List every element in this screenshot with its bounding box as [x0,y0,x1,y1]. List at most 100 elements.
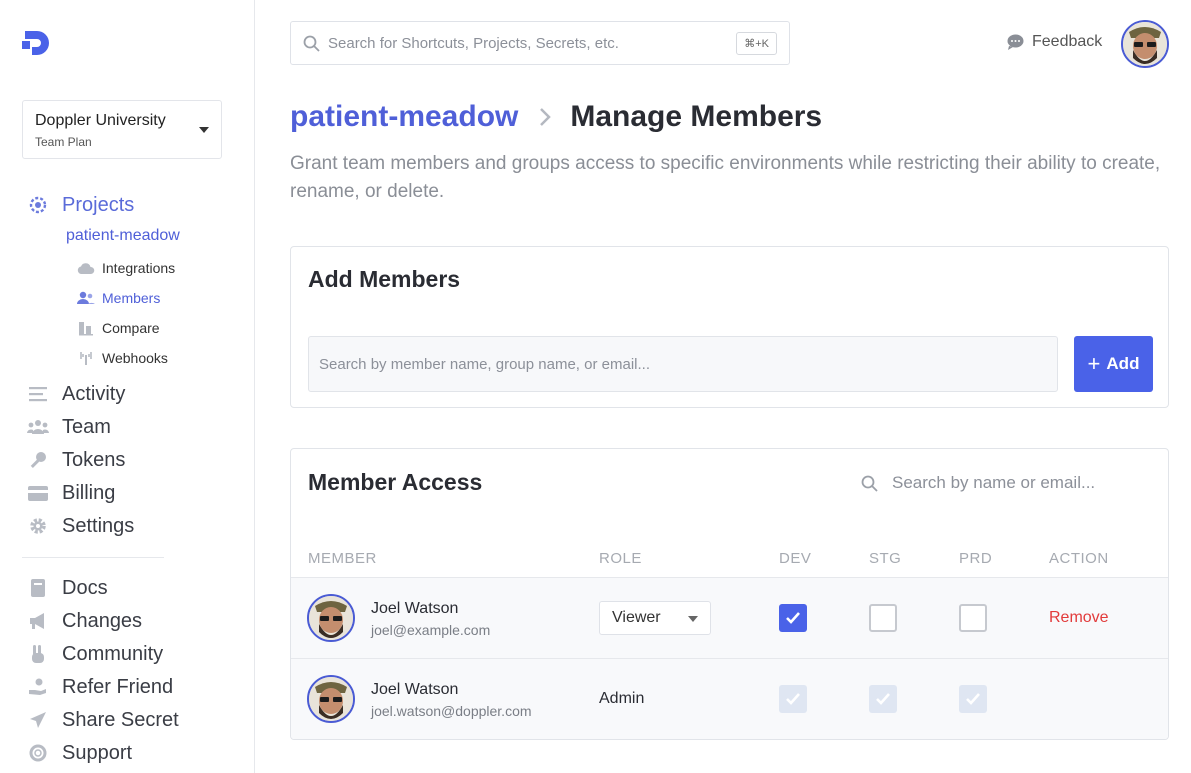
check-icon [876,693,890,705]
check-icon [786,693,800,705]
column-header-dev: DEV [779,550,812,567]
column-header-action: ACTION [1049,550,1109,567]
avatar-photo-icon [309,596,353,640]
sidebar-item-label: Team [62,415,111,438]
doppler-logo-icon[interactable] [22,28,52,58]
sidebar-subitem-compare[interactable]: Compare [77,318,160,338]
member-role: Admin [599,690,645,707]
search-icon [303,35,320,52]
add-members-title: Add Members [308,266,461,292]
sidebar-item-projects[interactable]: Projects [26,191,134,219]
add-button-label: Add [1106,354,1140,373]
sidebar-subitem-integrations[interactable]: Integrations [77,258,175,278]
sidebar-item-changes[interactable]: Changes [26,607,142,635]
sidebar-subitem-label: Integrations [102,260,176,276]
sidebar-item-label: Support [62,741,133,764]
sidebar-subitem-label: Compare [102,320,160,336]
cloud-icon [77,259,95,277]
member-access-card: Member Access MEMBER ROLE DEV STG PRD AC… [290,448,1169,740]
sidebar-item-team[interactable]: Team [26,413,111,441]
avatar-photo-icon [1123,22,1167,66]
avatar-photo-icon [309,677,353,721]
sidebar-subitem-members[interactable]: Members [77,288,160,308]
role-select[interactable]: Viewer [599,601,711,635]
user-avatar[interactable] [1121,20,1169,68]
global-search[interactable]: ⌘+K [290,21,790,65]
member-access-search-input[interactable] [892,473,1142,493]
sidebar-item-settings[interactable]: Settings [26,512,134,540]
column-header-member: MEMBER [308,550,377,567]
member-name: Joel Watson [371,600,459,617]
table-row: Joel Watson joel.watson@doppler.com Admi… [291,658,1168,739]
compare-icon [77,319,95,337]
sidebar-subitem-label: Members [102,290,161,306]
sidebar-item-docs[interactable]: Docs [26,574,108,602]
sidebar-item-label: Projects [62,193,135,216]
column-header-prd: PRD [959,550,993,567]
webhook-icon [77,349,95,367]
page-title: Manage Members [570,100,823,133]
chat-bubble-icon [1007,34,1024,50]
sidebar-item-community[interactable]: Community [26,640,163,668]
member-name: Joel Watson [371,681,459,698]
breadcrumb-project-link[interactable]: patient-meadow [290,100,518,134]
sidebar-item-label: Tokens [62,448,126,471]
check-icon [966,693,980,705]
sidebar-subitem-label: Webhooks [102,350,168,366]
prd-access-checkbox[interactable] [959,604,987,632]
sidebar: Doppler University Team Plan Projects pa… [0,0,255,773]
dev-access-checkbox[interactable] [779,604,807,632]
prd-access-checkbox [959,685,987,713]
check-icon [786,612,800,624]
sidebar-item-share-secret[interactable]: Share Secret [26,706,179,734]
sidebar-item-billing[interactable]: Billing [26,479,115,507]
key-icon [26,448,50,472]
members-icon [77,289,95,307]
sidebar-item-activity[interactable]: Activity [26,380,125,408]
shortcut-hint: ⌘+K [736,32,777,55]
book-icon [26,576,50,600]
page-description: Grant team members and groups access to … [290,153,1161,202]
add-member-search-input[interactable] [308,336,1058,392]
list-icon [26,382,50,406]
global-search-input[interactable] [328,34,789,52]
workspace-switcher[interactable]: Doppler University Team Plan [22,100,222,159]
remove-member-button[interactable]: Remove [1049,609,1109,627]
feedback-button[interactable]: Feedback [1007,33,1102,51]
sidebar-project-link[interactable]: patient-meadow [66,227,180,245]
column-header-role: ROLE [599,550,642,567]
sidebar-item-label: Share Secret [62,708,179,731]
add-members-card: Add Members + Add [290,246,1169,408]
feedback-label: Feedback [1032,33,1103,50]
member-email: joel.watson@doppler.com [371,703,532,719]
sidebar-item-refer-friend[interactable]: Refer Friend [26,673,173,701]
member-access-search[interactable] [861,469,1151,497]
sidebar-subitem-webhooks[interactable]: Webhooks [77,348,168,368]
plus-icon: + [1087,351,1101,376]
sidebar-divider [22,557,164,558]
table-row: Joel Watson joel@example.com Viewer Remo… [291,577,1168,658]
member-email: joel@example.com [371,622,491,638]
lifebuoy-icon [26,741,50,765]
dev-access-checkbox [779,685,807,713]
sidebar-item-label: Activity [62,382,126,405]
hand-coin-icon [26,675,50,699]
workspace-plan: Team Plan [35,135,92,149]
sidebar-item-label: Changes [62,609,143,632]
search-icon [861,475,878,492]
projects-icon [26,193,50,217]
member-access-title: Member Access [308,469,483,495]
megaphone-icon [26,609,50,633]
sidebar-item-label: Community [62,642,164,665]
sidebar-item-label: Billing [62,481,116,504]
stg-access-checkbox[interactable] [869,604,897,632]
credit-card-icon [26,481,50,505]
member-avatar [307,594,355,642]
sidebar-item-tokens[interactable]: Tokens [26,446,125,474]
sidebar-item-support[interactable]: Support [26,739,132,767]
add-member-button[interactable]: + Add [1074,336,1153,392]
column-header-stg: STG [869,550,902,567]
chevron-right-icon [538,106,552,128]
chevron-down-icon [688,616,698,622]
member-avatar [307,675,355,723]
